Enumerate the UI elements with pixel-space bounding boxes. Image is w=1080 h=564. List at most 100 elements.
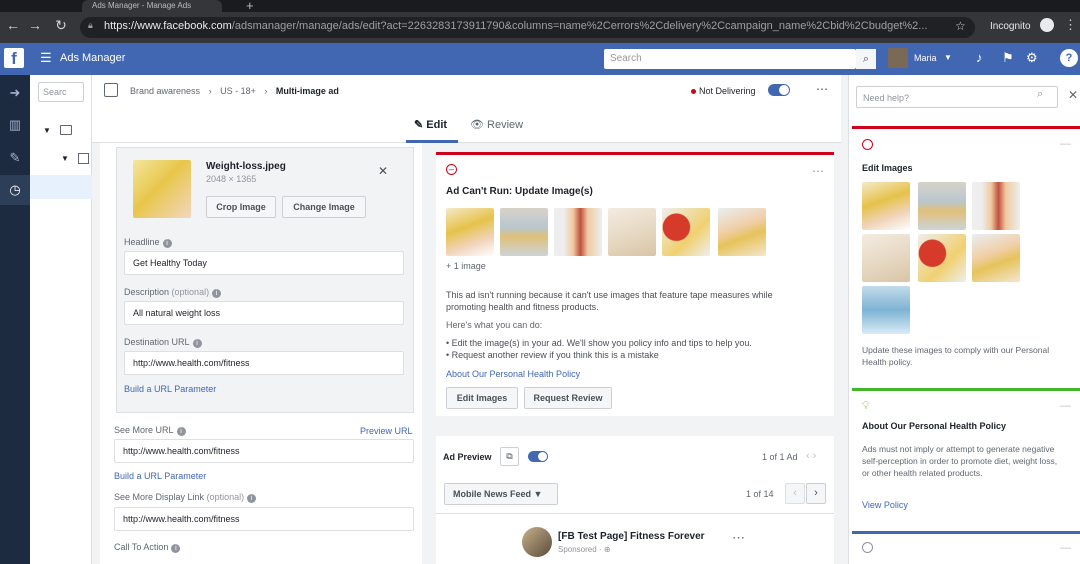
help-image[interactable] — [918, 234, 966, 282]
breadcrumb-ad[interactable]: Multi-image ad — [276, 86, 339, 96]
tree-search-input[interactable]: Searc — [38, 82, 84, 102]
see-more-url-input[interactable]: http://www.health.com/fitness — [114, 439, 414, 463]
info-icon[interactable]: i — [247, 494, 257, 503]
help-search-input[interactable]: Need help? — [856, 86, 1058, 108]
more-options-icon[interactable]: ⋯ — [732, 530, 745, 546]
bell-icon[interactable]: ♪ — [976, 50, 983, 65]
close-icon[interactable]: ✕ — [378, 164, 388, 178]
clock-icon[interactable]: ◷ — [0, 175, 30, 205]
rejected-image[interactable] — [662, 208, 710, 256]
gear-icon[interactable]: ⚙ — [1026, 50, 1038, 66]
help-image[interactable] — [862, 182, 910, 230]
chevron-left-right-icon[interactable]: ‹ › — [806, 450, 816, 462]
tree-selected-item[interactable] — [30, 175, 92, 199]
help-image[interactable] — [862, 234, 910, 282]
close-icon[interactable]: ✕ — [1068, 88, 1078, 102]
policy-link[interactable]: About Our Personal Health Policy — [446, 369, 580, 379]
app-title[interactable]: Ads Manager — [60, 52, 125, 64]
optional-tag: (optional) — [206, 492, 245, 502]
help-image[interactable] — [918, 182, 966, 230]
rejected-image[interactable] — [500, 208, 548, 256]
browser-tab[interactable]: Ads Manager - Manage Ads — [82, 0, 222, 12]
page-avatar — [522, 527, 552, 557]
breadcrumb-campaign[interactable]: Brand awareness — [130, 86, 200, 96]
search-icon[interactable]: ⌕ — [856, 49, 876, 69]
chevron-left-icon[interactable]: ‹ — [785, 483, 805, 504]
facebook-logo-icon[interactable]: f — [4, 48, 24, 68]
rejected-image[interactable] — [446, 208, 494, 256]
panel-toggle-icon[interactable] — [104, 83, 118, 97]
menu-icon[interactable]: ☰ — [40, 50, 52, 66]
search-input[interactable]: Search — [604, 49, 856, 69]
request-review-button[interactable]: Request Review — [524, 387, 612, 409]
nav-arrow-icon[interactable]: ➜ — [0, 78, 30, 108]
info-icon[interactable]: i — [176, 427, 186, 436]
more-options-icon[interactable]: ⋯ — [816, 82, 828, 96]
ad-count: 1 of 1 Ad — [762, 452, 798, 462]
breadcrumb: Brand awareness › US - 18+ › Multi-image… — [130, 86, 339, 96]
rejected-image[interactable] — [554, 208, 602, 256]
info-icon[interactable]: i — [162, 239, 172, 248]
external-link-icon[interactable]: ⧉ — [500, 447, 519, 466]
headline-label: Headline i — [124, 237, 172, 248]
breadcrumb-adset[interactable]: US - 18+ — [220, 86, 256, 96]
display-link-input[interactable]: http://www.health.com/fitness — [114, 507, 414, 531]
search-icon[interactable]: ⌕ — [1037, 88, 1043, 101]
more-images-count[interactable]: + 1 image — [446, 261, 486, 271]
rejection-bullet: • Request another review if you think th… — [446, 350, 659, 360]
browser-menu-icon[interactable]: ⋮ — [1064, 17, 1077, 33]
view-policy-link[interactable]: View Policy — [862, 500, 908, 510]
status-badge: Not Delivering — [699, 86, 756, 96]
build-url-parameter-link-2[interactable]: Build a URL Parameter — [114, 471, 206, 481]
pencil-icon[interactable]: ✎ — [0, 143, 30, 173]
rejection-bullet: • Edit the image(s) in your ad. We'll sh… — [446, 338, 752, 348]
info-icon[interactable]: i — [192, 339, 202, 348]
chevron-right-icon[interactable]: › — [806, 483, 826, 504]
tab-edit[interactable]: ✎ Edit — [414, 118, 447, 131]
forward-icon[interactable]: → — [26, 17, 44, 33]
toggle-knob — [779, 85, 789, 95]
url-bar[interactable]: https://www.facebook.com/adsmanager/mana… — [80, 17, 975, 38]
bookmark-star-icon[interactable]: ☆ — [955, 19, 966, 33]
description-input[interactable]: All natural weight loss — [124, 301, 404, 325]
help-image[interactable] — [972, 182, 1020, 230]
tab-review[interactable]: 👁︎ Review — [470, 118, 523, 131]
chevron-down-icon[interactable]: ▼ — [944, 53, 952, 62]
collapse-icon[interactable]: — — [1060, 138, 1071, 150]
change-image-button[interactable]: Change Image — [282, 196, 366, 218]
avatar[interactable] — [888, 48, 908, 68]
destination-label-text: Destination URL — [124, 337, 190, 347]
more-options-icon[interactable]: ⋯ — [812, 164, 824, 178]
collapse-icon[interactable]: — — [1060, 542, 1071, 554]
flag-icon[interactable]: ⚑ — [1002, 50, 1014, 66]
breadcrumb-separator: › — [208, 86, 212, 96]
info-icon[interactable]: i — [171, 544, 181, 553]
sponsored-text: Sponsored — [558, 545, 597, 554]
reload-icon[interactable]: ↻ — [52, 17, 70, 34]
build-url-parameter-link[interactable]: Build a URL Parameter — [124, 384, 216, 394]
rejected-image[interactable] — [718, 208, 766, 256]
incognito-icon[interactable] — [1040, 18, 1054, 32]
back-icon[interactable]: ← — [4, 17, 22, 33]
destination-url-input[interactable]: http://www.health.com/fitness — [124, 351, 404, 375]
user-name[interactable]: Maria — [914, 53, 937, 63]
info-icon[interactable]: i — [212, 289, 222, 298]
sponsored-label: Sponsored · ⊕ — [558, 545, 611, 554]
collapse-icon[interactable]: — — [1060, 400, 1071, 412]
help-icon[interactable]: ? — [1060, 49, 1078, 67]
caret-down-icon[interactable]: ▼ — [43, 126, 51, 135]
help-image[interactable] — [972, 234, 1020, 282]
edit-images-button[interactable]: Edit Images — [446, 387, 518, 409]
headline-input[interactable]: Get Healthy Today — [124, 251, 404, 275]
caret-down-icon[interactable]: ▼ — [61, 154, 69, 163]
caret-down-icon: ▼ — [533, 489, 543, 499]
crop-image-button[interactable]: Crop Image — [206, 196, 276, 218]
rejected-image[interactable] — [608, 208, 656, 256]
placement-count: 1 of 14 — [746, 489, 774, 499]
help-image[interactable] — [862, 286, 910, 334]
rejection-title: Ad Can't Run: Update Image(s) — [446, 186, 593, 197]
chart-icon[interactable]: ▥ — [0, 110, 30, 140]
preview-url-link[interactable]: Preview URL — [360, 426, 413, 436]
placement-dropdown[interactable]: Mobile News Feed ▼ — [444, 483, 558, 505]
optional-tag: (optional) — [171, 287, 210, 297]
